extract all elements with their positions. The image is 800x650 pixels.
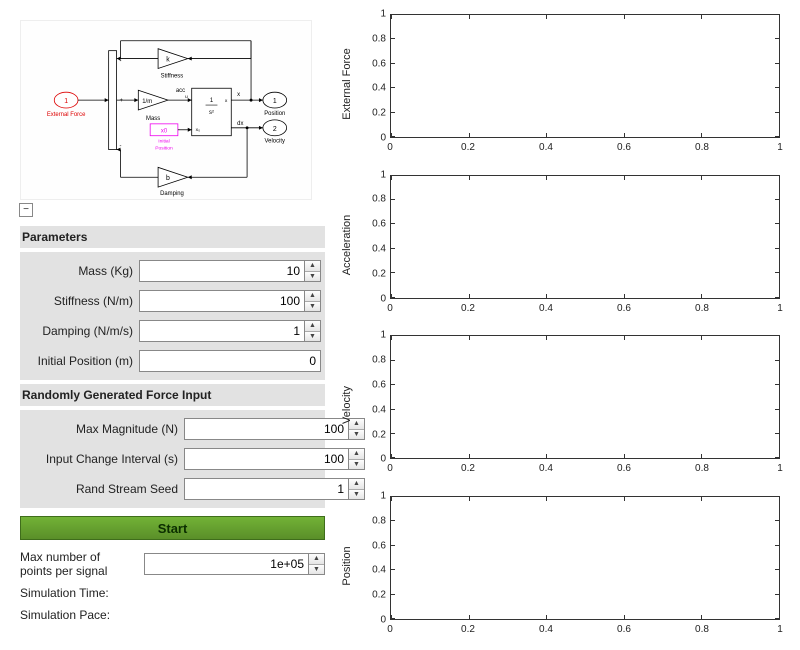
damping-row: Damping (N/m/s) ▲▼ <box>24 316 321 346</box>
svg-text:+: + <box>120 98 124 104</box>
svg-text:-: - <box>120 144 122 150</box>
svg-text:dx: dx <box>237 121 243 127</box>
chart-yticks: 00.20.40.60.81 <box>360 335 388 459</box>
mass-row: Mass (Kg) ▲▼ <box>24 256 321 286</box>
svg-text:x₀: x₀ <box>196 128 201 133</box>
sim-time-label: Simulation Time: <box>20 586 325 600</box>
chart-acceleration: Acceleration 00.20.40.60.81 00.20.40.60.… <box>335 171 790 319</box>
max-points-spinner[interactable]: ▲▼ <box>309 553 325 575</box>
svg-text:1: 1 <box>273 98 277 105</box>
damping-spin-down[interactable]: ▼ <box>305 332 320 342</box>
svg-text:1/m: 1/m <box>142 99 152 105</box>
mass-spinner[interactable]: ▲▼ <box>305 260 321 282</box>
chart-plot-area[interactable] <box>390 175 780 299</box>
svg-text:Velocity: Velocity <box>265 139 285 145</box>
chart-yticks: 00.20.40.60.81 <box>360 175 388 299</box>
svg-text:k: k <box>166 57 170 64</box>
max-magnitude-input[interactable] <box>184 418 349 440</box>
svg-text:Position: Position <box>264 111 285 117</box>
stiffness-label: Stiffness (N/m) <box>24 294 139 308</box>
simulink-diagram-svg: 1 External Force k Stiffness 1/ <box>21 21 311 199</box>
seed-label: Rand Stream Seed <box>24 482 184 496</box>
chart-ylabel: Position <box>341 516 353 616</box>
chart-xticks: 00.20.40.60.81 <box>390 463 780 477</box>
svg-text:s²: s² <box>209 110 214 116</box>
chart-velocity: Velocity 00.20.40.60.81 00.20.40.60.81 <box>335 331 790 479</box>
mass-spin-up[interactable]: ▲ <box>305 261 320 272</box>
chart-ylabel: Acceleration <box>341 195 353 295</box>
mass-input[interactable] <box>139 260 305 282</box>
chart-xticks: 00.20.40.60.81 <box>390 303 780 317</box>
chart-plot-area[interactable] <box>390 335 780 459</box>
svg-text:Initial: Initial <box>158 139 170 145</box>
start-button[interactable]: Start <box>20 516 325 540</box>
chart-position: Position 00.20.40.60.81 00.20.40.60.81 <box>335 492 790 640</box>
stiffness-spin-down[interactable]: ▼ <box>305 302 320 312</box>
mass-spin-down[interactable]: ▼ <box>305 272 320 282</box>
parameters-panel: Mass (Kg) ▲▼ Stiffness (N/m) ▲▼ Damping … <box>20 252 325 380</box>
svg-text:x0: x0 <box>161 129 168 135</box>
initial-position-input[interactable] <box>139 350 321 372</box>
interval-row: Input Change Interval (s) ▲▼ <box>24 444 321 474</box>
mass-label: Mass (Kg) <box>24 264 139 278</box>
max-points-input[interactable] <box>144 553 309 575</box>
svg-text:Position: Position <box>155 146 173 152</box>
chart-yticks: 00.20.40.60.81 <box>360 14 388 138</box>
chart-xticks: 00.20.40.60.81 <box>390 624 780 638</box>
interval-input[interactable] <box>184 448 349 470</box>
chart-ylabel: External Force <box>341 34 353 134</box>
stiffness-spinner[interactable]: ▲▼ <box>305 290 321 312</box>
maxpts-spin-down[interactable]: ▼ <box>309 565 324 575</box>
svg-text:1: 1 <box>210 98 213 104</box>
chart-plot-area[interactable] <box>390 496 780 620</box>
maxpts-spin-up[interactable]: ▲ <box>309 554 324 565</box>
parameters-header: Parameters <box>20 226 325 248</box>
svg-text:x: x <box>237 92 240 98</box>
chart-ylabel: Velocity <box>341 355 353 455</box>
svg-text:u: u <box>185 95 188 100</box>
stiffness-row: Stiffness (N/m) ▲▼ <box>24 286 321 316</box>
initial-position-label: Initial Position (m) <box>24 354 139 368</box>
chart-plot-area[interactable] <box>390 14 780 138</box>
seed-input[interactable] <box>184 478 349 500</box>
svg-text:acc: acc <box>176 88 185 94</box>
collapse-diagram-button[interactable]: − <box>19 203 33 217</box>
svg-text:2: 2 <box>273 126 277 133</box>
svg-text:1: 1 <box>64 98 68 105</box>
model-diagram: 1 External Force k Stiffness 1/ <box>20 20 312 200</box>
stiffness-spin-up[interactable]: ▲ <box>305 291 320 302</box>
sim-pace-label: Simulation Pace: <box>20 608 325 622</box>
seed-row: Rand Stream Seed ▲▼ <box>24 474 321 504</box>
damping-label: Damping (N/m/s) <box>24 324 139 338</box>
svg-text:b: b <box>166 175 170 182</box>
stiffness-input[interactable] <box>139 290 305 312</box>
svg-text:-: - <box>120 59 122 65</box>
max-magnitude-row: Max Magnitude (N) ▲▼ <box>24 414 321 444</box>
svg-text:Stiffness: Stiffness <box>161 73 184 79</box>
max-magnitude-label: Max Magnitude (N) <box>24 422 184 436</box>
force-header: Randomly Generated Force Input <box>20 384 325 406</box>
interval-label: Input Change Interval (s) <box>24 452 184 466</box>
damping-spinner[interactable]: ▲▼ <box>305 320 321 342</box>
initial-position-row: Initial Position (m) <box>24 346 321 376</box>
damping-input[interactable] <box>139 320 305 342</box>
force-panel: Max Magnitude (N) ▲▼ Input Change Interv… <box>20 410 325 508</box>
chart-xticks: 00.20.40.60.81 <box>390 142 780 156</box>
svg-text:Mass: Mass <box>146 116 160 122</box>
svg-text:Damping: Damping <box>160 191 184 197</box>
max-points-label: Max number of points per signal <box>20 550 134 578</box>
chart-yticks: 00.20.40.60.81 <box>360 496 388 620</box>
damping-spin-up[interactable]: ▲ <box>305 321 320 332</box>
svg-text:External Force: External Force <box>47 112 86 118</box>
charts-column: External Force 00.20.40.60.81 00.20.40.6… <box>335 0 800 650</box>
max-points-row: Max number of points per signal ▲▼ <box>20 550 325 578</box>
chart-external-force: External Force 00.20.40.60.81 00.20.40.6… <box>335 10 790 158</box>
